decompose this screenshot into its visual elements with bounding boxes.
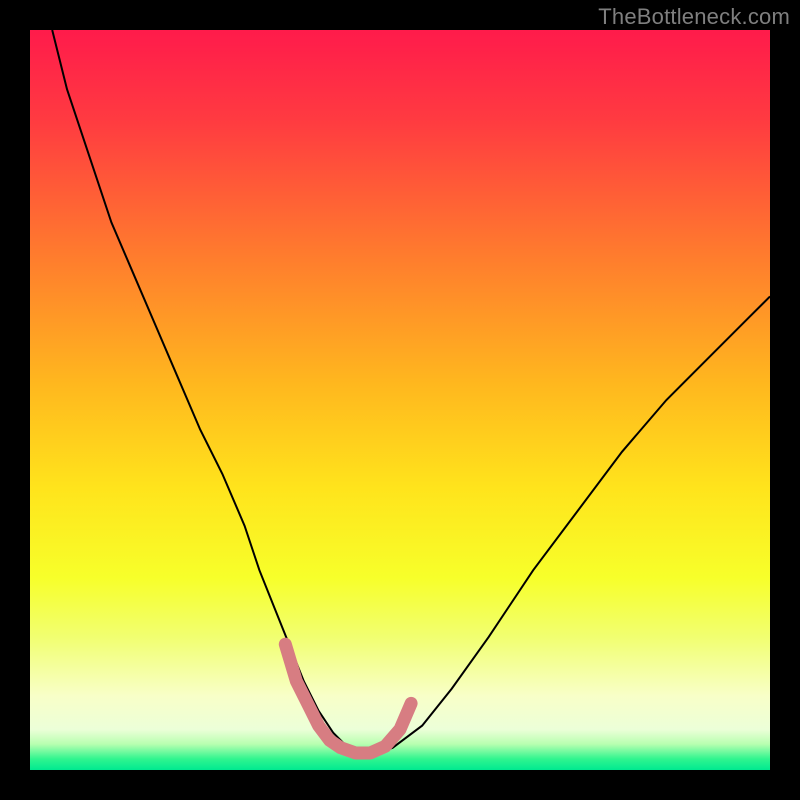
watermark-text: TheBottleneck.com	[598, 4, 790, 30]
chart-frame: TheBottleneck.com	[0, 0, 800, 800]
gradient-rect	[30, 30, 770, 770]
bottleneck-chart	[30, 30, 770, 770]
